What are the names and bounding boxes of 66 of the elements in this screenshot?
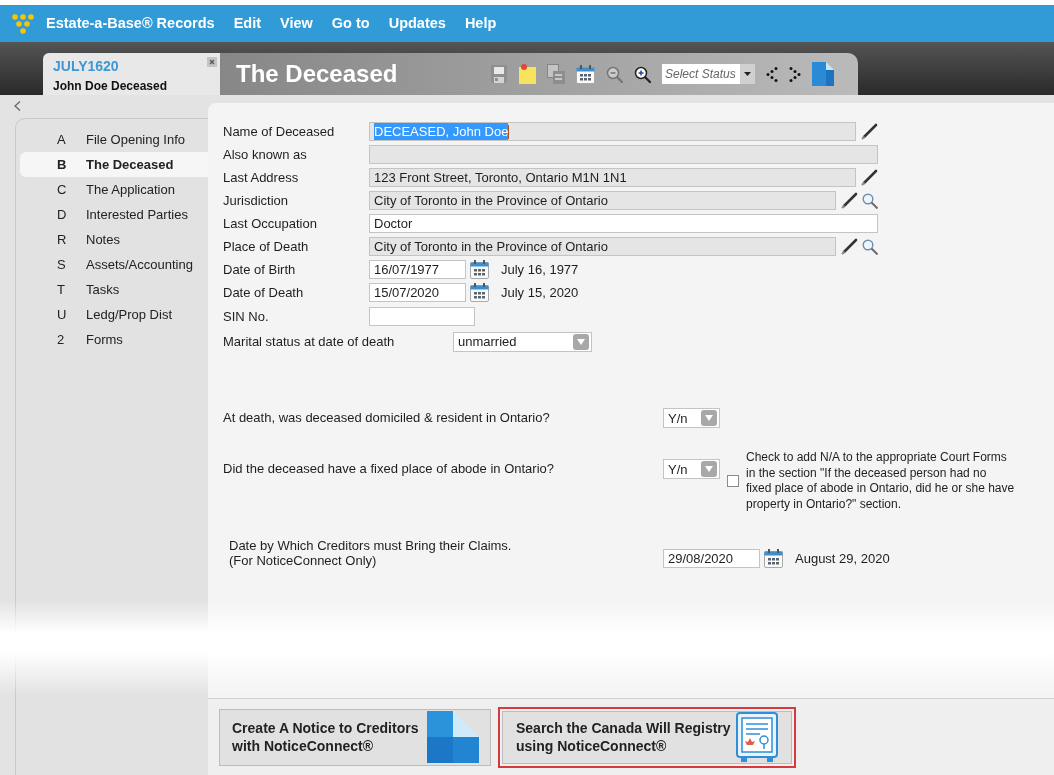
search-registry-button[interactable]: Search the Canada Will Registry using NoticeConnect® [498, 706, 796, 768]
field-label: Also known as [223, 145, 308, 164]
sidebar-item[interactable]: B The Deceased [20, 152, 208, 177]
text-field[interactable]: City of Toronto in the Province of Ontario [369, 191, 836, 210]
date-field[interactable]: 29/08/2020 [663, 549, 760, 569]
text-field[interactable]: City of Toronto in the Province of Ontario [369, 237, 836, 256]
sidebar-item[interactable]: T Tasks [20, 277, 208, 302]
field-label: Name of Deceased [223, 122, 336, 141]
calendar-icon[interactable] [764, 549, 783, 569]
pencil-icon[interactable] [861, 123, 878, 140]
field-label: Place of Death [223, 237, 310, 256]
create-notice-button[interactable]: Create A Notice to Creditors with NoticeConnect® [219, 708, 491, 766]
select-field[interactable]: unmarried [453, 331, 592, 352]
text-field[interactable]: Doctor [369, 214, 878, 233]
question-label: Did the deceased have a fixed place of abode in Ontario? [223, 460, 555, 478]
field-label: Jurisdiction [223, 191, 290, 210]
pencil-icon[interactable] [841, 192, 858, 209]
calendar-icon[interactable] [470, 260, 489, 279]
pencil-icon[interactable] [861, 169, 878, 186]
pencil-icon[interactable] [841, 238, 858, 255]
checkbox[interactable] [727, 475, 739, 487]
field-note: (For NoticeConnect Only) [229, 552, 378, 568]
select-field[interactable]: Y/n [663, 408, 720, 428]
sidebar-item[interactable]: D Interested Parties [20, 202, 208, 227]
date-text: July 15, 2020 [501, 283, 579, 302]
page-title: The Deceased [236, 62, 398, 86]
text-field[interactable] [369, 145, 878, 164]
chevron-left-icon[interactable] [766, 66, 778, 82]
field-label: Last Address [223, 168, 300, 187]
select-field[interactable]: Y/n [663, 459, 720, 479]
field-label: SIN No. [223, 307, 270, 326]
sidebar-item[interactable]: R Notes [20, 227, 208, 252]
text-field[interactable] [369, 307, 475, 326]
search-icon[interactable] [862, 238, 878, 255]
date-text: July 16, 1977 [501, 260, 579, 279]
document-icon[interactable] [812, 62, 834, 86]
calendar-icon[interactable] [576, 64, 595, 84]
date-field[interactable]: 16/07/1977 [369, 260, 466, 279]
field-label: Marital status at date of death [223, 332, 396, 351]
caret-icon[interactable] [740, 64, 755, 84]
save-icon[interactable] [491, 65, 507, 83]
calendar-icon[interactable] [470, 283, 489, 302]
field-label: Last Occupation [223, 214, 318, 233]
field-label: Date by Which Creditors must Bring their Claims. [229, 537, 513, 553]
sidebar-item[interactable]: A File Opening Info [20, 127, 208, 152]
sidebar-item[interactable]: C The Application [20, 177, 208, 202]
checkbox-label: Check to add N/A to the appropriate Court Forms in the section "If the deceased person had no fixed place of abode in Ontario, did he or she have property in Ontario?" section. [746, 450, 1015, 513]
question-label: At death, was deceased domiciled & resident in Ontario? [223, 409, 551, 427]
date-text: August 29, 2020 [795, 549, 890, 568]
close-icon[interactable] [207, 57, 217, 67]
document-icon [427, 711, 479, 763]
sidebar-item[interactable]: U Ledg/Prop Dist [20, 302, 208, 327]
text-field[interactable]: 123 Front Street, Toronto, Ontario M1N 1N1 [369, 168, 856, 187]
chevron-left-icon[interactable] [14, 101, 21, 111]
sidebar-item[interactable]: S Assets/Accounting [20, 252, 208, 277]
date-field[interactable]: 15/07/2020 [369, 283, 466, 302]
chevron-right-icon[interactable] [789, 66, 801, 82]
sidebar-item[interactable]: 2 Forms [20, 327, 208, 352]
field-label: Date of Death [223, 283, 305, 302]
search-icon[interactable] [862, 192, 878, 209]
status-select[interactable]: Select Status [662, 64, 755, 84]
zoom-in-icon[interactable] [634, 65, 651, 83]
sticky-note-icon[interactable] [518, 64, 536, 84]
field-label: Date of Birth [223, 260, 297, 279]
record-tab[interactable]: JULY1620 John Doe Deceased [43, 53, 220, 95]
safe-icon [736, 712, 778, 762]
